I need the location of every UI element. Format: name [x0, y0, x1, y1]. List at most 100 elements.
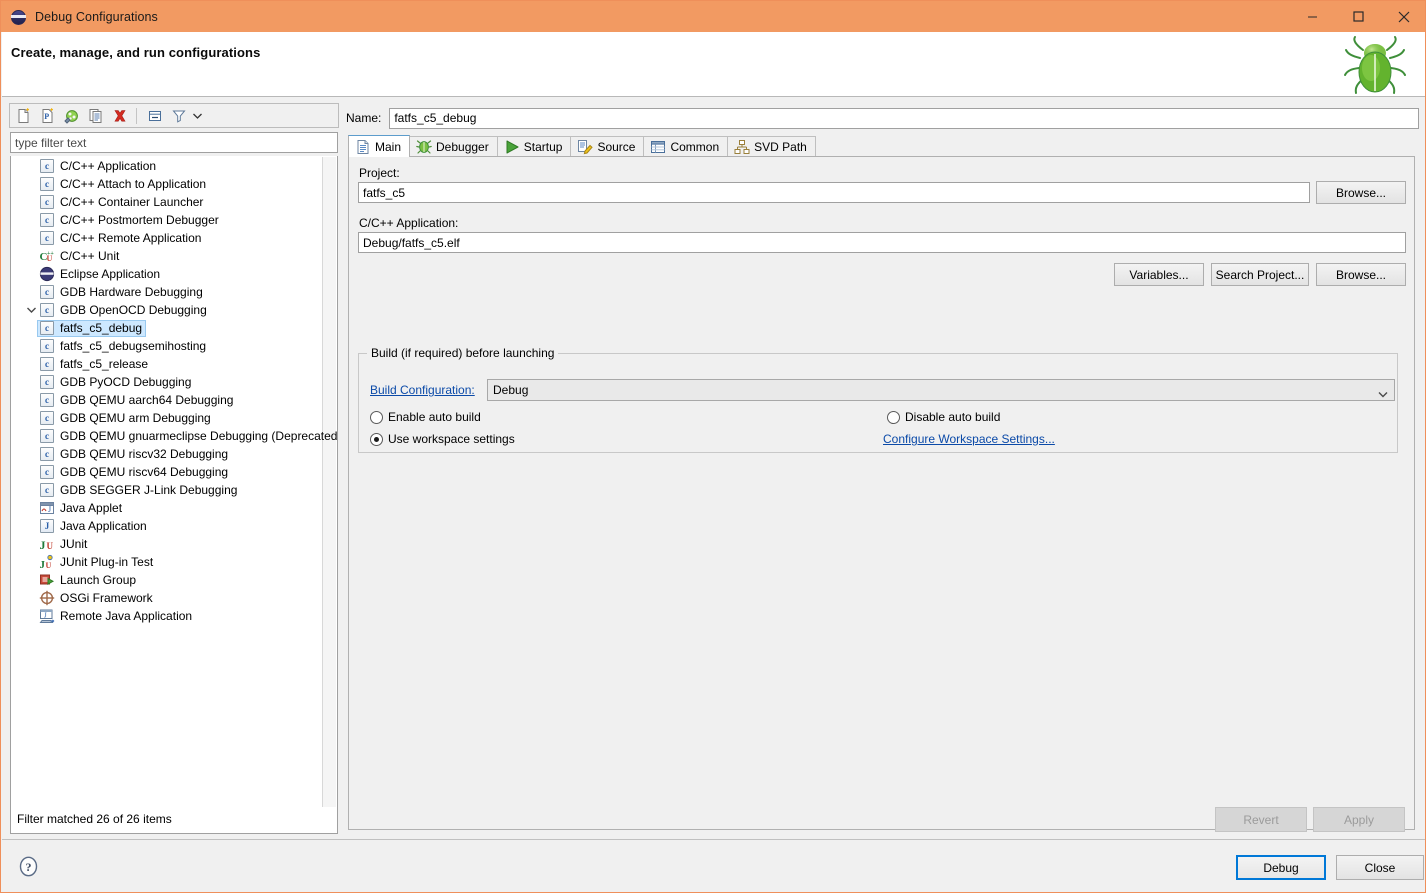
tree-item[interactable]: cC/C++ Attach to Application — [11, 175, 323, 193]
c-app-icon: c — [39, 230, 55, 246]
tree-item-content: cGDB PyOCD Debugging — [37, 374, 195, 391]
radio-indicator — [887, 411, 900, 424]
maximize-button[interactable] — [1335, 1, 1381, 32]
tree-item[interactable]: cGDB Hardware Debugging — [11, 283, 323, 301]
tree-item-label: GDB OpenOCD Debugging — [60, 302, 207, 318]
c-app-icon: c — [40, 447, 54, 461]
tree-item[interactable]: JJava Application — [11, 517, 323, 535]
configuration-name-input[interactable] — [389, 108, 1419, 129]
disable-auto-build-radio[interactable]: Disable auto build — [887, 410, 1000, 424]
tree-item[interactable]: Launch Group — [11, 571, 323, 589]
debug-button[interactable]: Debug — [1236, 855, 1326, 880]
window-title: Debug Configurations — [35, 10, 158, 24]
use-workspace-settings-radio[interactable]: Use workspace settings — [370, 432, 515, 446]
tree-item[interactable]: cGDB QEMU riscv32 Debugging — [11, 445, 323, 463]
configure-workspace-settings-link[interactable]: Configure Workspace Settings... — [883, 432, 1055, 446]
variables-button[interactable]: Variables... — [1114, 263, 1204, 286]
tree-item[interactable]: cfatfs_c5_release — [11, 355, 323, 373]
c-app-icon: c — [40, 231, 54, 245]
tree-item[interactable]: cGDB QEMU gnuarmeclipse Debugging (Depre… — [11, 427, 323, 445]
remote-java-icon: J — [39, 608, 55, 624]
tree-item[interactable]: Eclipse Application — [11, 265, 323, 283]
c-app-icon: c — [39, 410, 55, 426]
play-icon — [504, 139, 520, 155]
tree-item-content: JUJUnit Plug-in Test — [37, 554, 157, 571]
eclipse-icon — [39, 266, 55, 282]
tree-item-label: OSGi Framework — [60, 590, 153, 606]
revert-button[interactable]: Revert — [1215, 807, 1307, 832]
minimize-button[interactable] — [1289, 1, 1335, 32]
tree-item[interactable]: cGDB PyOCD Debugging — [11, 373, 323, 391]
close-dialog-button[interactable]: Close — [1336, 855, 1424, 880]
tree-item-content: Eclipse Application — [37, 266, 164, 283]
build-configuration-dropdown[interactable]: Debug — [487, 379, 1395, 401]
c-app-icon: c — [39, 374, 55, 390]
osgi-icon — [39, 590, 55, 606]
collapse-all-icon[interactable] — [144, 105, 166, 126]
eclipse-icon — [11, 9, 27, 25]
svg-text:U: U — [47, 541, 54, 551]
tree-item[interactable]: cC/C++ Container Launcher — [11, 193, 323, 211]
application-browse-button[interactable]: Browse... — [1316, 263, 1406, 286]
tree-item[interactable]: JUJUnit Plug-in Test — [11, 553, 323, 571]
filter-icon[interactable] — [168, 105, 190, 126]
tree-item[interactable]: cGDB QEMU arm Debugging — [11, 409, 323, 427]
tree-item-label: Launch Group — [60, 572, 136, 588]
tree-item[interactable]: JJava Applet — [11, 499, 323, 517]
cpp-unit-icon: C++U — [39, 248, 55, 264]
help-icon[interactable]: ? — [18, 856, 39, 877]
project-label: Project: — [359, 166, 400, 180]
tree-item[interactable]: cGDB QEMU riscv64 Debugging — [11, 463, 323, 481]
tab-startup[interactable]: Startup — [497, 136, 572, 157]
project-browse-button[interactable]: Browse... — [1316, 181, 1406, 204]
tree-item[interactable]: cC/C++ Application — [11, 157, 323, 175]
tree-item-content: C++UC/C++ Unit — [37, 248, 123, 265]
tree-item[interactable]: cfatfs_c5_debug — [11, 319, 323, 337]
tree-item-label: GDB QEMU aarch64 Debugging — [60, 392, 233, 408]
build-configuration-value: Debug — [493, 383, 528, 397]
svg-text:?: ? — [26, 860, 32, 874]
duplicate-icon[interactable] — [85, 105, 107, 126]
filter-dropdown-arrow-icon[interactable] — [190, 105, 204, 126]
apply-button[interactable]: Apply — [1313, 807, 1405, 832]
launch-group-icon — [39, 572, 55, 588]
configuration-types-tree[interactable]: cC/C++ ApplicationcC/C++ Attach to Appli… — [10, 156, 338, 834]
enable-auto-build-label: Enable auto build — [388, 410, 481, 424]
tree-item[interactable]: cfatfs_c5_debugsemihosting — [11, 337, 323, 355]
tab-main[interactable]: Main — [348, 135, 410, 157]
close-button[interactable] — [1381, 1, 1426, 32]
tree-item-content: JRemote Java Application — [37, 608, 196, 625]
tree-item[interactable]: cGDB OpenOCD Debugging — [11, 301, 323, 319]
tree-item[interactable]: cC/C++ Remote Application — [11, 229, 323, 247]
tree-item[interactable]: cGDB SEGGER J-Link Debugging — [11, 481, 323, 499]
c-app-icon: c — [39, 176, 55, 192]
tab-common[interactable]: Common — [643, 136, 728, 157]
tab-source[interactable]: Source — [570, 136, 644, 157]
tab-label: Common — [670, 140, 719, 154]
enable-auto-build-radio[interactable]: Enable auto build — [370, 410, 481, 424]
tree-scrollbar[interactable] — [322, 157, 336, 807]
build-configuration-link[interactable]: Build Configuration: — [370, 383, 475, 397]
editor-tabs: MainDebuggerStartupSource Common SVD Path — [348, 135, 815, 157]
tree-item[interactable]: cGDB QEMU aarch64 Debugging — [11, 391, 323, 409]
tree-item[interactable]: JRemote Java Application — [11, 607, 323, 625]
tree-item-content: cGDB Hardware Debugging — [37, 284, 207, 301]
tree-item[interactable]: cC/C++ Postmortem Debugger — [11, 211, 323, 229]
main-tab-panel: Project: Browse... C/C++ Application: Va… — [348, 156, 1415, 830]
application-input[interactable] — [358, 232, 1406, 253]
tree-item[interactable]: C++UC/C++ Unit — [11, 247, 323, 265]
new-launch-configuration-icon[interactable] — [13, 105, 35, 126]
delete-icon[interactable] — [109, 105, 131, 126]
new-prototype-icon[interactable]: P — [37, 105, 59, 126]
search-project-button[interactable]: Search Project... — [1211, 263, 1309, 286]
tree-item[interactable]: JUJUnit — [11, 535, 323, 553]
tab-svd-path[interactable]: SVD Path — [727, 136, 816, 157]
filter-input[interactable] — [10, 132, 338, 153]
tree-item-content: JJava Applet — [37, 500, 126, 517]
tree-item-content: cC/C++ Container Launcher — [37, 194, 207, 211]
svg-text:P: P — [44, 112, 49, 121]
tab-debugger[interactable]: Debugger — [409, 136, 498, 157]
project-input[interactable] — [358, 182, 1310, 203]
tree-item[interactable]: OSGi Framework — [11, 589, 323, 607]
export-launch-configuration-icon[interactable] — [61, 105, 83, 126]
